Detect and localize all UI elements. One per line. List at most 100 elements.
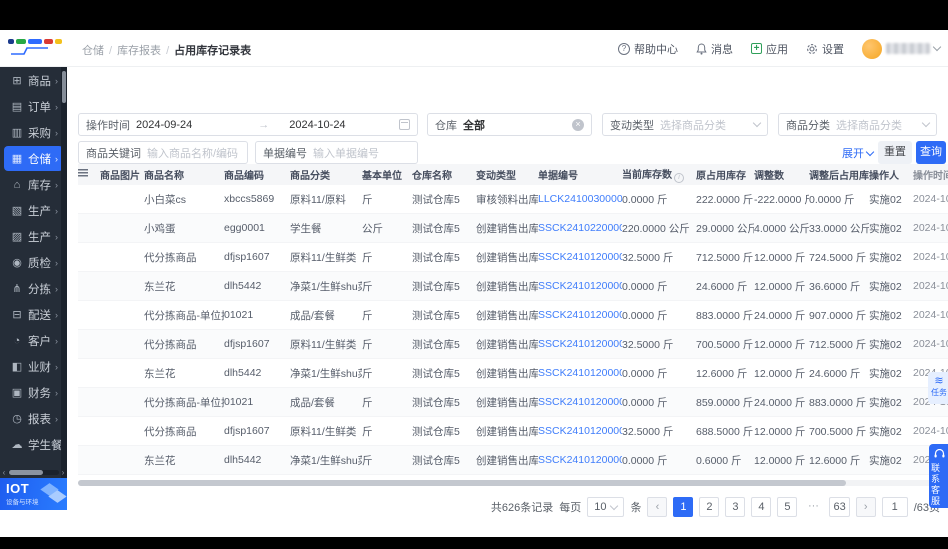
sidebar-item-orders[interactable]: ▤ 订单 › xyxy=(4,94,63,119)
change-type-placeholder: 选择商品分类 xyxy=(660,119,726,132)
sorting-icon: ⋔ xyxy=(12,283,22,295)
page-jump-input[interactable]: 1 xyxy=(881,497,908,517)
date-range-input[interactable]: 操作时间 2024-09-24 → 2024-10-24 xyxy=(78,113,418,136)
doc-number-link[interactable]: SSCK24101200001 xyxy=(538,454,622,466)
docno-input[interactable]: 单据编号 输入单据编号 xyxy=(255,141,418,164)
operate-time: 2024-10-1 xyxy=(913,251,948,263)
sidebar-item-production-1[interactable]: ▧ 生产 › xyxy=(4,198,63,223)
sidebar-item-student-meal[interactable]: ☁ 学生餐 › xyxy=(4,432,63,457)
warehouse-select[interactable]: 仓库 全部 × xyxy=(427,113,592,136)
doc-number-link[interactable]: SSCK24102200001 xyxy=(538,222,622,234)
help-center-button[interactable]: ? 帮助中心 xyxy=(618,41,678,57)
sidebar-menu: ⊞ 商品 › ▤ 订单 › ▥ 采购 › ▦ 仓储 › ⌂ 库存 › ▧ 生产 › ▨ 生产 › ◉ 质检 › ⋔ 分拣 › ⊟ 配送 ›… xyxy=(0,68,67,457)
product-name: 代分拣商品-单位换算 xyxy=(144,396,224,409)
page-button-1[interactable]: 1 xyxy=(673,497,694,517)
chevron-right-icon: › xyxy=(55,179,58,190)
sidebar-item-warehouse[interactable]: ▦ 仓储 › xyxy=(4,146,63,171)
doc-number-link[interactable]: SSCK24101200004 xyxy=(538,251,622,263)
doc-number-link[interactable]: LLCK24100300001 xyxy=(538,193,622,205)
column-settings-cell[interactable] xyxy=(78,169,100,180)
scroll-left-icon[interactable]: ‹ xyxy=(0,468,8,477)
adjust-qty: -222.0000 斤 xyxy=(754,193,809,206)
iot-logo-card[interactable]: IOT 设备与环境 xyxy=(0,478,68,510)
page-button-63[interactable]: 63 xyxy=(829,497,850,517)
keyword-label: 商品关键词 xyxy=(86,147,141,160)
page-button-3[interactable]: 3 xyxy=(725,497,746,517)
prev-page-button[interactable]: ‹ xyxy=(647,497,668,517)
sidebar-horizontal-scrollbar[interactable]: ‹ › xyxy=(0,468,67,477)
column-header: 商品分类 xyxy=(290,171,330,182)
finance-icon: ▣ xyxy=(11,387,23,399)
product-name: 东兰花 xyxy=(144,367,176,380)
sidebar-item-quality[interactable]: ◉ 质检 › xyxy=(4,250,63,275)
scroll-right-icon[interactable]: › xyxy=(59,468,67,477)
apps-button[interactable]: + 应用 xyxy=(751,41,788,57)
doc-number-link[interactable]: SSCK24101200003 xyxy=(538,338,622,350)
sidebar-item-inventory[interactable]: ⌂ 库存 › xyxy=(4,172,63,197)
task-float-button[interactable]: ≋ 任务 xyxy=(928,372,948,404)
operate-time: 2024-10-2 xyxy=(913,193,948,205)
contact-support-button[interactable]: 联系客服 xyxy=(929,444,948,508)
clear-icon[interactable]: × xyxy=(572,118,584,131)
reset-button[interactable]: 重置 xyxy=(878,141,912,164)
category-select[interactable]: 商品分类 选择商品分类 xyxy=(778,113,937,136)
doc-number-link[interactable]: SSCK24101200002 xyxy=(538,367,622,379)
original-occupied: 24.6000 斤 xyxy=(696,280,748,293)
table-horizontal-scrollbar[interactable] xyxy=(78,480,946,486)
column-header: 操作时间 xyxy=(913,171,948,182)
sidebar-item-customers[interactable]: ◔ 客户 › xyxy=(4,328,63,353)
breadcrumb-item[interactable]: 库存报表 xyxy=(117,45,161,57)
sidebar-item-delivery[interactable]: ⊟ 配送 › xyxy=(4,302,63,327)
change-type: 创建销售出库 xyxy=(476,367,538,380)
page-button-4[interactable]: 4 xyxy=(751,497,772,517)
doc-number-cell: SSCK24101200002 xyxy=(538,367,622,379)
sidebar-item-finance[interactable]: ▣ 财务 › xyxy=(4,380,63,405)
doc-number-link[interactable]: SSCK24101200002 xyxy=(538,425,622,437)
next-page-button[interactable]: › xyxy=(855,497,876,517)
messages-button[interactable]: 消息 xyxy=(696,41,733,57)
table-row: 小白菜cs xbccs5869 原料11/原料 斤 测试仓库5 审核领料出库 LLCK241… xyxy=(78,185,948,214)
adjust-qty: 12.0000 斤 xyxy=(754,367,806,380)
sidebar-item-biz-finance[interactable]: ◧ 业财 › xyxy=(4,354,63,379)
current-stock: 0.0000 斤 xyxy=(622,367,668,380)
chevron-down-icon xyxy=(932,42,942,52)
doc-number-link[interactable]: SSCK24101200003 xyxy=(538,280,622,292)
top-header: 仓储 / 库存报表 / 占用库存记录表 ? 帮助中心 消息 + 应用 设置 xyxy=(0,30,948,67)
search-button[interactable]: 查询 xyxy=(916,141,946,164)
product-code: 01021 xyxy=(224,309,254,321)
sidebar-item-sorting[interactable]: ⋔ 分拣 › xyxy=(4,276,63,301)
warehouse-name: 测试仓库5 xyxy=(412,193,460,206)
expand-filters-button[interactable]: 展开 xyxy=(842,145,875,161)
settings-button[interactable]: 设置 xyxy=(806,41,844,57)
current-stock: 0.0000 斤 xyxy=(622,193,668,206)
sidebar-item-label: 生产 xyxy=(28,205,51,218)
chevron-down-icon xyxy=(921,118,931,128)
operator: 实施02 xyxy=(869,251,902,264)
table-row: 东兰花 dlh5442 净菜1/生鲜shu菜类...斤 测试仓库5 创建销售出库SSCK… xyxy=(78,446,948,475)
adjust-qty: 12.0000 斤 xyxy=(754,454,806,467)
page-ellipsis: ··· xyxy=(807,500,819,512)
adjust-qty: 12.0000 斤 xyxy=(754,280,806,293)
sidebar-item-label: 库存 xyxy=(28,179,51,192)
breadcrumb-item[interactable]: 仓储 xyxy=(82,45,104,57)
change-type-select[interactable]: 变动类型 选择商品分类 xyxy=(602,113,768,136)
column-header: 调整后占用库存 xyxy=(809,171,869,182)
sidebar-item-production-2[interactable]: ▨ 生产 › xyxy=(4,224,63,249)
original-occupied: 12.6000 斤 xyxy=(696,367,748,380)
settings-label: 设置 xyxy=(822,43,844,56)
page-button-2[interactable]: 2 xyxy=(699,497,720,517)
user-account[interactable] xyxy=(862,38,942,59)
sidebar-item-purchase[interactable]: ▥ 采购 › xyxy=(4,120,63,145)
doc-number-link[interactable]: SSCK24101200003 xyxy=(538,309,622,321)
page-size-select[interactable]: 10 xyxy=(587,497,625,517)
sidebar-item-goods[interactable]: ⊞ 商品 › xyxy=(4,68,63,93)
sidebar-item-label: 报表 xyxy=(28,413,51,426)
doc-number-link[interactable]: SSCK24101200002 xyxy=(538,396,622,408)
sidebar-item-reports[interactable]: ◷ 报表 › xyxy=(4,406,63,431)
table-row: 代分拣商品 dfjsp1607 原料11/生鲜类斤 测试仓库5 创建销售出库 SSCK24… xyxy=(78,243,948,272)
keyword-input[interactable]: 商品关键词 输入商品名称/编码 xyxy=(78,141,248,164)
chevron-right-icon: › xyxy=(55,153,58,164)
help-label: 帮助中心 xyxy=(634,43,678,56)
page-button-5[interactable]: 5 xyxy=(777,497,798,517)
total-records: 共626条记录 xyxy=(490,502,554,514)
